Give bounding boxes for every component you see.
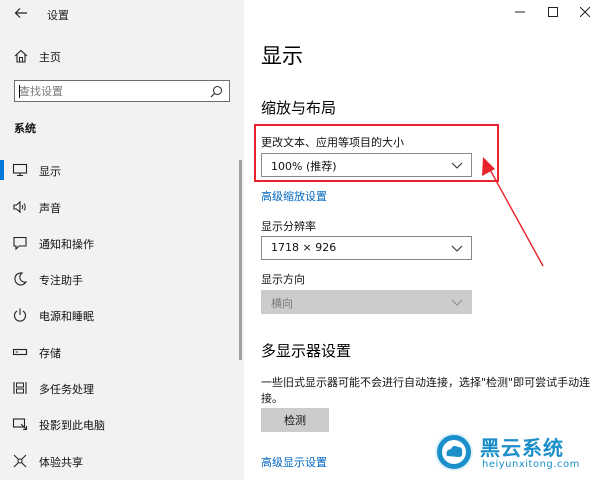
- sidebar-item-power[interactable]: 电源和睡眠: [0, 301, 244, 329]
- multi-display-description: 一些旧式显示器可能不会进行自动连接，选择"检测"即可尝试手动连接。: [261, 376, 591, 405]
- share-icon: [13, 454, 27, 468]
- notification-icon: [13, 236, 27, 251]
- resolution-dropdown[interactable]: 1718 × 926: [261, 236, 472, 260]
- detect-button[interactable]: 检测: [261, 408, 329, 432]
- text-caret: [19, 85, 20, 98]
- search-input[interactable]: [19, 83, 205, 99]
- sidebar-item-focus-assist[interactable]: 专注助手: [0, 265, 244, 293]
- watermark-url: heiyunxitong.com: [482, 459, 580, 470]
- page-title: 显示: [261, 44, 303, 68]
- dropdown-value: 1718 × 926: [271, 241, 337, 254]
- monitor-icon: [12, 163, 28, 177]
- multitask-icon: [13, 382, 27, 394]
- close-icon: [579, 6, 591, 18]
- titlebar-left: 设置: [0, 0, 244, 30]
- sidebar-item-label: 专注助手: [39, 274, 83, 287]
- search-icon[interactable]: [210, 85, 223, 98]
- chevron-down-icon: [451, 299, 463, 306]
- highlight-annotation-box: [254, 124, 499, 182]
- sidebar-item-label: 声音: [39, 202, 61, 215]
- sidebar-item-shared-experiences[interactable]: 体验共享: [0, 447, 244, 475]
- sidebar-item-project[interactable]: 投影到此电脑: [0, 410, 244, 438]
- orientation-label: 显示方向: [261, 273, 305, 286]
- sidebar-item-label: 主页: [39, 51, 61, 64]
- section-heading-multi-display: 多显示器设置: [261, 342, 352, 360]
- sidebar-item-home[interactable]: 主页: [0, 44, 244, 70]
- maximize-button[interactable]: [538, 4, 568, 24]
- back-button[interactable]: [14, 6, 30, 22]
- search-box[interactable]: [14, 80, 230, 102]
- maximize-icon: [548, 7, 558, 17]
- sidebar-item-label: 体验共享: [39, 456, 83, 469]
- power-icon: [13, 308, 27, 322]
- sidebar-item-label: 显示: [39, 165, 61, 178]
- sidebar-item-sound[interactable]: 声音: [0, 193, 244, 221]
- close-button[interactable]: [570, 4, 600, 24]
- selection-indicator: [0, 160, 4, 180]
- resolution-label: 显示分辨率: [261, 220, 316, 233]
- home-icon: [14, 49, 28, 63]
- sidebar-item-label: 存储: [39, 347, 61, 360]
- advanced-display-link[interactable]: 高级显示设置: [261, 454, 327, 470]
- orientation-dropdown: 横向: [261, 290, 472, 314]
- back-arrow-icon: [14, 8, 27, 18]
- chevron-down-icon: [451, 245, 463, 252]
- minimize-icon: [515, 11, 525, 13]
- storage-icon: [12, 348, 28, 356]
- sidebar-item-multitasking[interactable]: 多任务处理: [0, 374, 244, 402]
- sidebar-item-label: 通知和操作: [39, 238, 94, 251]
- minimize-button[interactable]: [505, 4, 535, 24]
- cloud-logo-icon: [435, 433, 473, 471]
- watermark-name: 黑云系统: [480, 436, 564, 460]
- speaker-icon: [13, 200, 26, 214]
- section-label-system: 系统: [14, 122, 36, 135]
- sidebar-item-storage[interactable]: 存储: [0, 338, 244, 366]
- sidebar-item-label: 投影到此电脑: [39, 419, 105, 432]
- sidebar-scrollbar[interactable]: [239, 160, 242, 360]
- sidebar-item-display[interactable]: 显示: [0, 156, 244, 184]
- watermark: 黑云系统 heiyunxitong.com: [432, 430, 597, 478]
- section-heading-scale-layout: 缩放与布局: [261, 99, 337, 117]
- app-title: 设置: [47, 9, 69, 22]
- annotation-arrow-icon: [482, 157, 544, 267]
- sidebar-item-label: 多任务处理: [39, 383, 94, 396]
- advanced-scaling-link[interactable]: 高级缩放设置: [261, 188, 327, 204]
- sidebar-item-notifications[interactable]: 通知和操作: [0, 229, 244, 257]
- moon-icon: [14, 272, 28, 286]
- sidebar-item-label: 电源和睡眠: [39, 310, 94, 323]
- sidebar: 设置 主页 系统 显示 声音 通知和操作 专注助手 电源和睡眠 存储 多任务处理: [0, 0, 244, 480]
- dropdown-value: 横向: [271, 297, 293, 310]
- project-icon: [12, 418, 28, 431]
